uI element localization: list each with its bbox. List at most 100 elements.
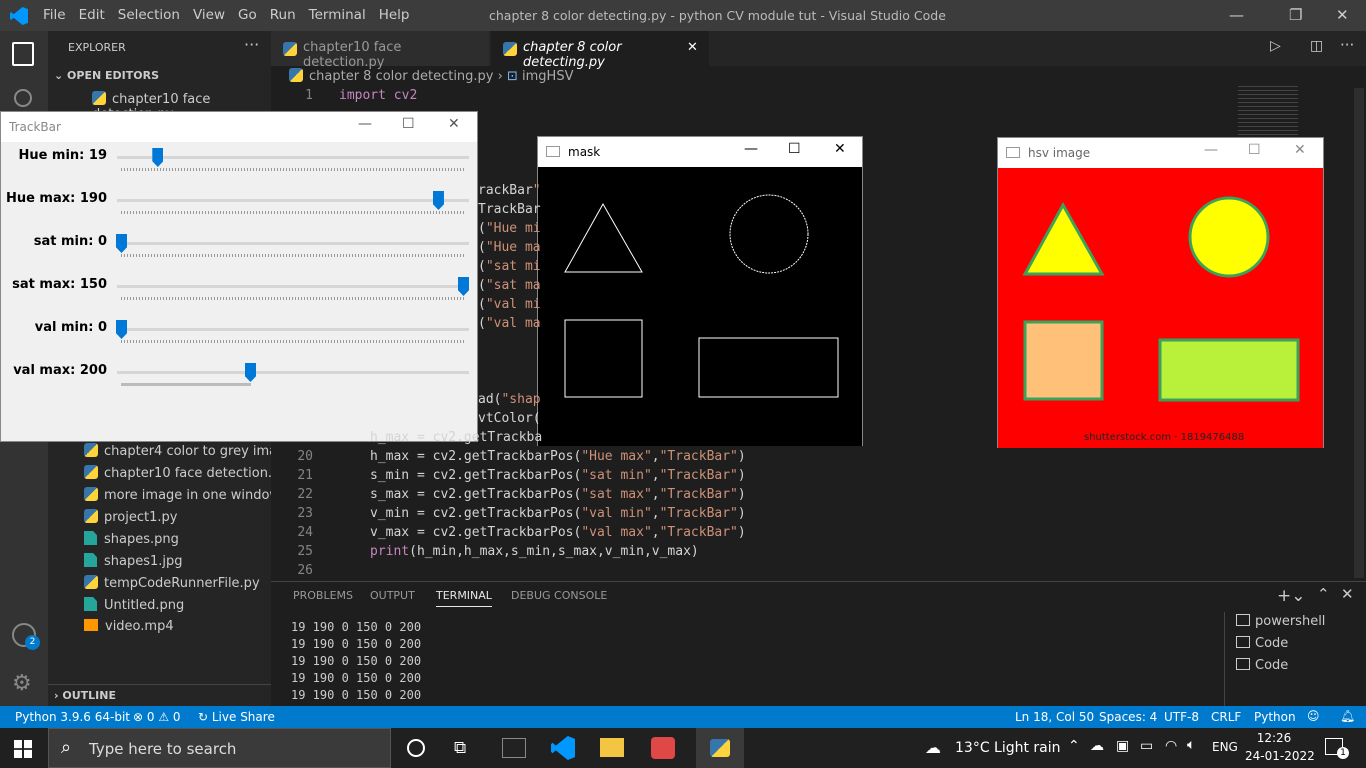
more-actions-icon[interactable]: ··· [1340, 36, 1354, 54]
minimize-button[interactable]: — [744, 141, 758, 157]
close-button[interactable]: ✕ [1294, 142, 1306, 158]
windows-start-icon[interactable] [14, 740, 32, 758]
menu-item[interactable]: Go [238, 7, 257, 23]
outline-section[interactable]: › OUTLINE [54, 689, 116, 702]
breadcrumb-file[interactable]: chapter 8 color detecting.py [309, 69, 494, 84]
menu-item[interactable]: Selection [118, 7, 180, 23]
minimize-button[interactable]: — [1204, 142, 1218, 158]
language-indicator[interactable]: ENG [1212, 740, 1238, 754]
slider-thumb[interactable] [432, 191, 444, 210]
tab-close-icon[interactable]: ✕ [687, 40, 698, 55]
volume-icon[interactable]: 🔈︎ [1187, 737, 1195, 753]
task-view-icon[interactable]: ⧉ [454, 738, 466, 758]
feedback-icon[interactable]: ☺ [1307, 709, 1320, 723]
close-panel-icon[interactable]: ✕ [1341, 585, 1354, 603]
problems-count[interactable]: ⊗ 0 ⚠ 0 [133, 710, 181, 724]
indentation[interactable]: Spaces: 4 [1099, 710, 1157, 724]
slider-thumb[interactable] [152, 148, 164, 167]
run-icon[interactable]: ▷ [1270, 38, 1281, 54]
minimap[interactable] [1238, 86, 1298, 136]
minimize-button[interactable]: — [1229, 6, 1244, 24]
code-line: ("sat mi [478, 259, 541, 274]
python-interpreter[interactable]: Python 3.9.6 64-bit [15, 710, 130, 724]
search-icon[interactable] [14, 89, 32, 107]
scrollbar[interactable] [1354, 88, 1364, 578]
python-icon [710, 739, 730, 757]
file-item[interactable]: tempCodeRunnerFile.py [84, 575, 260, 591]
vscode-taskbar-icon[interactable] [551, 736, 575, 760]
settings-gear-icon[interactable]: ⚙ [12, 671, 32, 696]
tab-chapter10[interactable]: chapter10 face detection.py [271, 31, 489, 70]
taskbar-search-box[interactable]: ⌕ Type here to search [48, 728, 391, 768]
battery-icon[interactable]: ▭ [1140, 738, 1153, 754]
slider-track[interactable] [117, 156, 469, 159]
maximize-button[interactable]: ☐ [1248, 142, 1261, 158]
new-terminal-icon[interactable]: +⌄ [1277, 586, 1306, 606]
panel-tab-problems[interactable]: PROBLEMS [293, 589, 353, 602]
slider-track[interactable] [117, 285, 469, 288]
slider-track[interactable] [117, 199, 469, 202]
slider-thumb[interactable] [245, 363, 256, 382]
python-taskbar-item[interactable] [696, 728, 744, 768]
tab-chapter8[interactable]: chapter 8 color detecting.py ✕ [491, 31, 709, 70]
file-label: chapter4 color to grey ima... [104, 444, 290, 459]
file-item[interactable]: chapter10 face detection.py [84, 465, 288, 481]
maximize-button[interactable]: ☐ [788, 141, 801, 157]
file-item[interactable]: project1.py [84, 509, 177, 525]
menu-item[interactable]: View [193, 7, 225, 23]
breadcrumb-symbol[interactable]: imgHSV [522, 69, 573, 84]
encoding[interactable]: UTF-8 [1164, 710, 1199, 724]
terminal-instance[interactable]: Code [1236, 658, 1288, 673]
weather-text[interactable]: 13°C Light rain [955, 740, 1061, 756]
file-item[interactable]: more image in one window.... [84, 487, 295, 503]
slider-track[interactable] [117, 371, 469, 374]
file-item[interactable]: video.mp4 [84, 619, 174, 634]
meet-icon[interactable]: ▣ [1116, 738, 1129, 754]
more-actions-icon[interactable]: ··· [244, 35, 259, 54]
slider-thumb[interactable] [458, 277, 469, 296]
terminal-instance[interactable]: Code [1236, 636, 1288, 651]
close-button[interactable]: ✕ [834, 141, 846, 157]
explorer-icon[interactable] [12, 42, 34, 66]
menu-item[interactable]: Terminal [309, 7, 366, 23]
end-of-line[interactable]: CRLF [1211, 710, 1241, 724]
menu-item[interactable]: Run [270, 7, 296, 23]
close-button[interactable]: ✕ [1336, 6, 1349, 24]
brave-icon[interactable] [651, 737, 675, 759]
maximize-panel-icon[interactable]: ⌃ [1317, 585, 1330, 603]
slider-thumb[interactable] [116, 234, 127, 253]
close-button[interactable]: ✕ [448, 116, 460, 132]
onedrive-icon[interactable]: ☁ [1090, 738, 1104, 754]
liveshare-status[interactable]: ↻ Live Share [198, 710, 275, 724]
language-mode[interactable]: Python [1254, 710, 1296, 724]
file-label: shapes1.jpg [104, 554, 183, 569]
notifications-bell-icon[interactable]: 🔔︎ [1340, 709, 1355, 723]
app-icon[interactable] [502, 738, 526, 758]
wifi-icon[interactable]: ◠ [1165, 738, 1177, 754]
show-hidden-icons[interactable]: ⌃ [1068, 738, 1080, 754]
cursor-position[interactable]: Ln 18, Col 50 [1015, 710, 1094, 724]
file-explorer-icon[interactable] [600, 738, 624, 757]
slider-track[interactable] [117, 242, 469, 245]
clock-time[interactable]: 12:26 [1249, 731, 1299, 745]
menu-item[interactable]: File [43, 7, 66, 23]
panel-tab-terminal[interactable]: TERMINAL [436, 589, 492, 607]
file-item[interactable]: shapes.png [84, 531, 179, 547]
split-editor-icon[interactable]: ◫ [1310, 38, 1323, 54]
file-item[interactable]: chapter4 color to grey ima... [84, 443, 290, 459]
slider-track[interactable] [117, 328, 469, 331]
menu-item[interactable]: Edit [79, 7, 105, 23]
slider-thumb[interactable] [116, 320, 127, 339]
cortana-icon[interactable] [407, 739, 425, 757]
restore-button[interactable]: ❐ [1289, 6, 1302, 24]
panel-tab-debug-console[interactable]: DEBUG CONSOLE [511, 589, 607, 602]
menu-item[interactable]: Help [379, 7, 410, 23]
open-editors-section[interactable]: ⌄ OPEN EDITORS [54, 69, 159, 82]
minimize-button[interactable]: — [358, 116, 372, 132]
clock-date[interactable]: 24-01-2022 [1245, 749, 1315, 763]
file-item[interactable]: shapes1.jpg [84, 553, 183, 569]
terminal-instance[interactable]: powershell [1236, 614, 1325, 629]
panel-tab-output[interactable]: OUTPUT [370, 589, 415, 602]
file-item[interactable]: Untitled.png [84, 597, 184, 613]
maximize-button[interactable]: ☐ [402, 116, 415, 132]
